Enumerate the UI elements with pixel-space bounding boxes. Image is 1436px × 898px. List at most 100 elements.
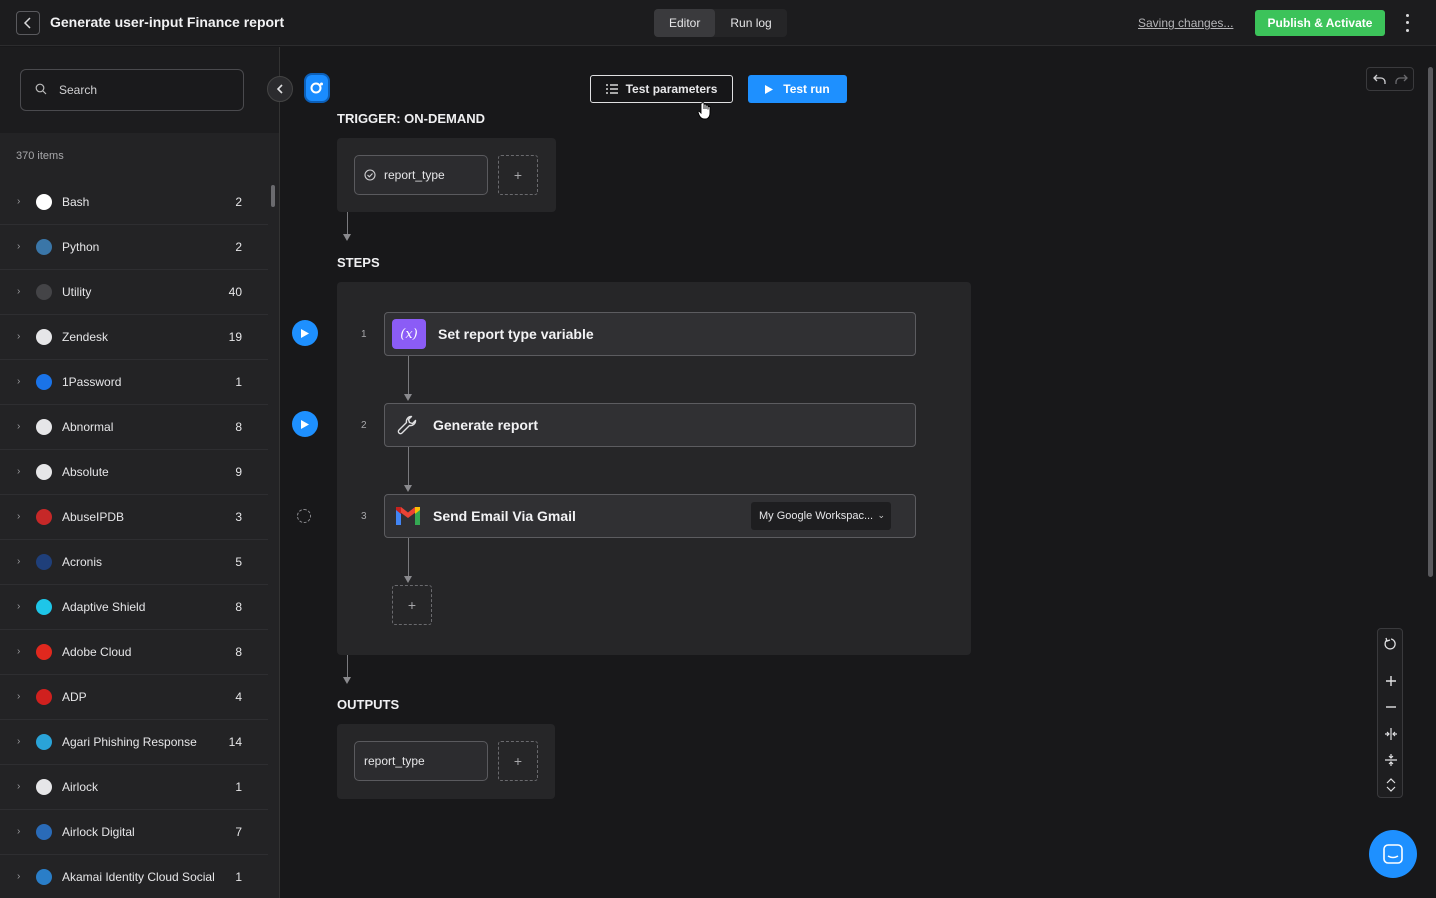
fit-width-icon[interactable]: [1378, 724, 1404, 744]
chevron-right-icon[interactable]: ›: [17, 511, 20, 522]
list-item[interactable]: › AbuseIPDB 3: [0, 495, 268, 540]
expand-collapse-icon[interactable]: [1378, 775, 1404, 795]
run-step-1-button[interactable]: [292, 320, 318, 346]
integration-name: Agari Phishing Response: [62, 735, 197, 749]
output-param-label: report_type: [364, 754, 425, 768]
test-parameters-button[interactable]: Test parameters: [590, 75, 733, 103]
chevron-right-icon[interactable]: ›: [17, 331, 20, 342]
add-step-button[interactable]: +: [392, 585, 432, 625]
chevron-right-icon[interactable]: ›: [17, 376, 20, 387]
cursor-icon: [697, 102, 713, 125]
collapse-sidebar-button[interactable]: [267, 76, 293, 102]
list-item[interactable]: › Agari Phishing Response 14: [0, 720, 268, 765]
search-icon: [35, 83, 47, 95]
connector-arrow: [343, 234, 351, 241]
integration-logo-icon: [36, 509, 52, 525]
connector: [408, 356, 409, 394]
list-item[interactable]: › Zendesk 19: [0, 315, 268, 360]
chevron-right-icon[interactable]: ›: [17, 196, 20, 207]
action-count: 2: [235, 240, 242, 254]
integration-name: Airlock Digital: [62, 825, 135, 839]
chevron-right-icon[interactable]: ›: [17, 601, 20, 612]
connector: [408, 538, 409, 576]
add-output-button[interactable]: +: [498, 741, 538, 781]
chevron-right-icon[interactable]: ›: [17, 736, 20, 747]
variable-icon: (x): [392, 319, 426, 349]
chevron-right-icon[interactable]: ›: [17, 466, 20, 477]
canvas-scrollbar[interactable]: [1428, 67, 1433, 577]
account-select[interactable]: My Google Workspac... ⌄: [751, 502, 891, 530]
integration-name: Zendesk: [62, 330, 109, 344]
step-card-generate-report[interactable]: Generate report: [384, 403, 916, 447]
chevron-right-icon[interactable]: ›: [17, 781, 20, 792]
gmail-icon: [392, 501, 424, 531]
redo-button[interactable]: [1390, 68, 1413, 90]
test-run-button[interactable]: Test run: [748, 75, 847, 103]
run-step-2-button[interactable]: [292, 411, 318, 437]
add-trigger-param-button[interactable]: +: [498, 155, 538, 195]
publish-activate-button[interactable]: Publish & Activate: [1255, 10, 1385, 36]
output-param-chip[interactable]: report_type: [354, 741, 488, 781]
trigger-param-chip[interactable]: report_type: [354, 155, 488, 195]
list-item[interactable]: › Bash 2: [0, 180, 268, 225]
zoom-in-icon[interactable]: [1378, 671, 1404, 691]
list-item[interactable]: › Adaptive Shield 8: [0, 585, 268, 630]
zoom-controls: [1377, 628, 1403, 798]
chevron-right-icon[interactable]: ›: [17, 556, 20, 567]
list-item[interactable]: › Abnormal 8: [0, 405, 268, 450]
fit-height-icon[interactable]: [1378, 750, 1404, 770]
check-circle-icon: [364, 169, 376, 181]
action-count: 5: [235, 555, 242, 569]
connector-arrow: [404, 485, 412, 492]
app-logo-icon: [304, 73, 330, 103]
step-card-set-variable[interactable]: (x) Set report type variable: [384, 312, 916, 356]
sidebar-scrollbar[interactable]: [271, 185, 275, 207]
list-item[interactable]: › Akamai Identity Cloud Social 1: [0, 855, 268, 898]
chevron-right-icon[interactable]: ›: [17, 691, 20, 702]
action-count: 8: [235, 645, 242, 659]
connector: [347, 655, 348, 677]
integration-logo-icon: [36, 374, 52, 390]
zoom-out-icon[interactable]: [1378, 697, 1404, 717]
back-button[interactable]: [16, 11, 40, 35]
chevron-right-icon[interactable]: ›: [17, 871, 20, 882]
test-parameters-label: Test parameters: [625, 82, 718, 96]
list-item[interactable]: › Acronis 5: [0, 540, 268, 585]
integrations-sidebar: 370 items › Bash 2 › Python 2 › Utility 40 › Zende…: [0, 47, 280, 898]
integration-name: Adaptive Shield: [62, 600, 146, 614]
list-item[interactable]: › ADP 4: [0, 675, 268, 720]
chevron-right-icon[interactable]: ›: [17, 646, 20, 657]
integration-logo-icon: [36, 824, 52, 840]
history-controls: [1366, 67, 1414, 91]
chevron-right-icon[interactable]: ›: [17, 826, 20, 837]
integration-name: AbuseIPDB: [62, 510, 125, 524]
view-tabs: Editor Run log: [654, 9, 787, 37]
list-item[interactable]: › Python 2: [0, 225, 268, 270]
list-item[interactable]: › 1Password 1: [0, 360, 268, 405]
list-item[interactable]: › Airlock 1: [0, 765, 268, 810]
step-title: Send Email Via Gmail: [433, 508, 576, 524]
list-item[interactable]: › Utility 40: [0, 270, 268, 315]
chat-support-button[interactable]: [1369, 830, 1417, 878]
undo-button[interactable]: [1367, 68, 1390, 90]
top-bar: Generate user-input Finance report Edito…: [0, 0, 1436, 46]
list-item[interactable]: › Absolute 9: [0, 450, 268, 495]
tab-run-log[interactable]: Run log: [715, 9, 786, 37]
list-icon: [605, 84, 618, 94]
search-input[interactable]: [59, 81, 229, 99]
step-number: 2: [361, 420, 367, 431]
more-options-icon[interactable]: [1400, 12, 1414, 34]
play-icon: [765, 84, 774, 94]
tab-editor[interactable]: Editor: [654, 9, 716, 37]
chevron-right-icon[interactable]: ›: [17, 286, 20, 297]
reset-view-icon[interactable]: [1378, 634, 1404, 654]
chevron-right-icon[interactable]: ›: [17, 421, 20, 432]
list-item[interactable]: › Airlock Digital 7: [0, 810, 268, 855]
trigger-panel: report_type +: [337, 138, 556, 212]
chevron-right-icon[interactable]: ›: [17, 241, 20, 252]
action-count: 40: [228, 285, 242, 299]
saving-status[interactable]: Saving changes...: [1138, 16, 1233, 30]
action-count: 8: [235, 600, 242, 614]
integration-name: Adobe Cloud: [62, 645, 132, 659]
list-item[interactable]: › Adobe Cloud 8: [0, 630, 268, 675]
